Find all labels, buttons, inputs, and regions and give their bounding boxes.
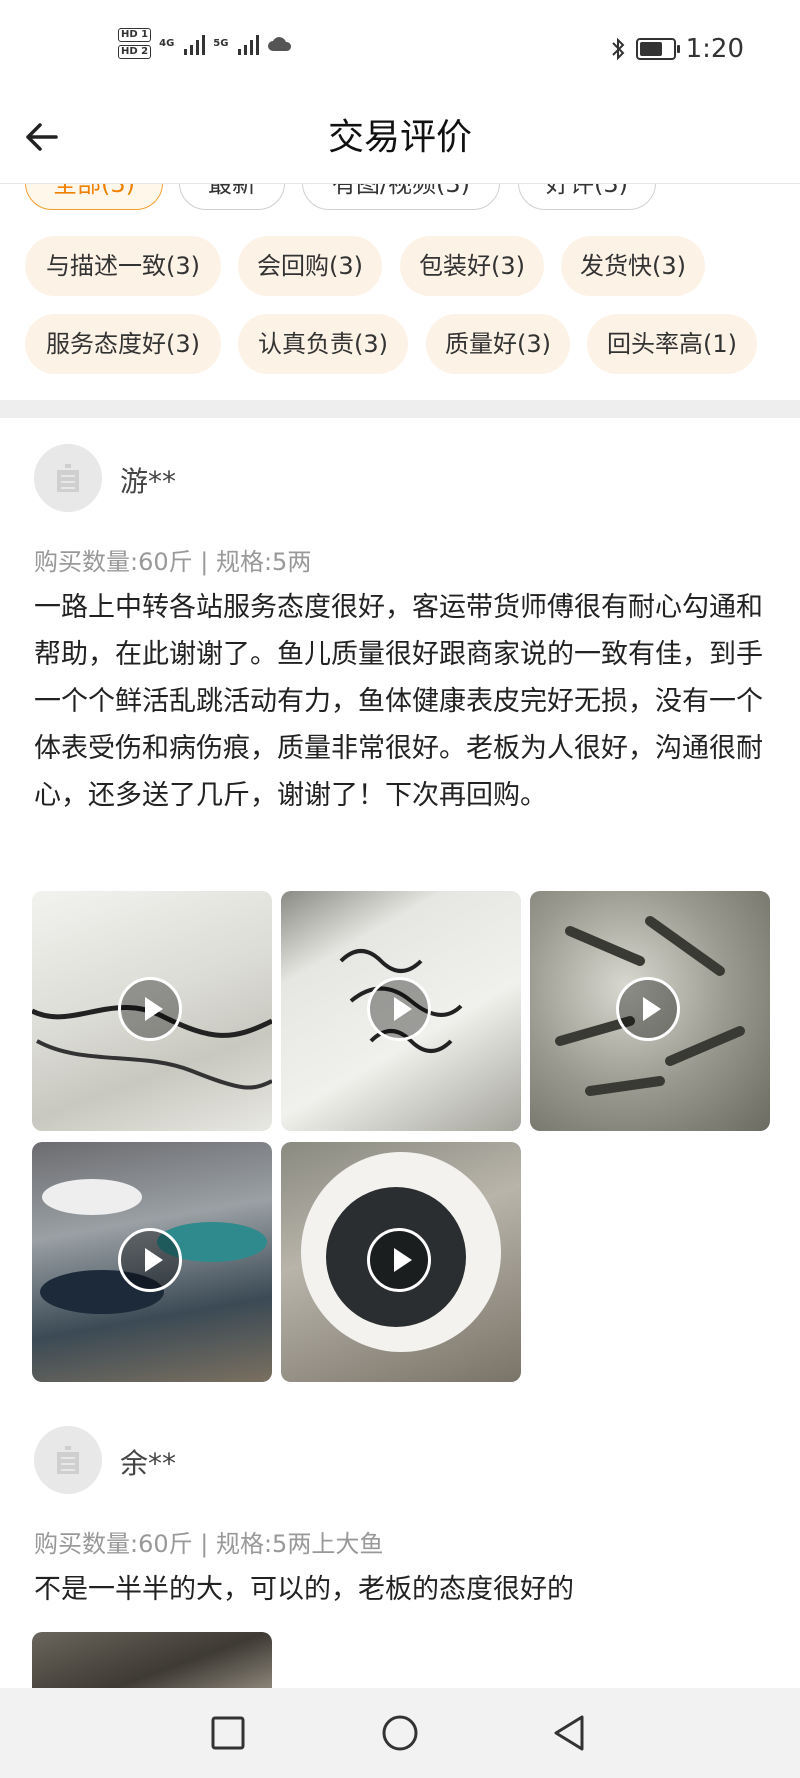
- status-right: 1:20: [610, 34, 744, 64]
- signal-icon-1: [184, 33, 206, 55]
- play-icon[interactable]: [616, 977, 680, 1041]
- system-nav-bar: [0, 1688, 800, 1778]
- tag-chip[interactable]: 包装好(3): [400, 236, 544, 296]
- play-icon[interactable]: [367, 1228, 431, 1292]
- tag-chip[interactable]: 质量好(3): [426, 314, 570, 374]
- review-video-thumbnail[interactable]: [32, 1142, 272, 1382]
- hd1-badge: HD 1: [118, 28, 152, 42]
- tab-latest[interactable]: 最新: [179, 184, 285, 210]
- circle-icon[interactable]: [381, 1714, 419, 1752]
- play-icon[interactable]: [367, 977, 431, 1041]
- tag-chip[interactable]: 与描述一致(3): [25, 236, 221, 296]
- default-avatar-icon: [57, 1446, 79, 1474]
- bluetooth-icon: [611, 37, 625, 61]
- tag-chip[interactable]: 会回购(3): [238, 236, 382, 296]
- avatar[interactable]: [34, 444, 102, 512]
- reviewer-name: 游**: [120, 465, 177, 498]
- purchase-meta: 购买数量:60斤 | 规格:5两上大鱼: [34, 1530, 384, 1558]
- tab-positive[interactable]: 好评(3): [518, 184, 656, 210]
- status-left: HD 1 HD 2 4G 5G: [118, 28, 293, 59]
- hd-indicators: HD 1 HD 2: [118, 28, 152, 59]
- triangle-back-icon[interactable]: [552, 1714, 586, 1752]
- cloud-icon: [268, 36, 292, 51]
- review-image-thumbnail[interactable]: [32, 1632, 272, 1688]
- top-header: 交易评价: [0, 100, 800, 184]
- square-icon[interactable]: [211, 1716, 245, 1750]
- reviewer-name: 余**: [120, 1447, 177, 1480]
- status-bar: HD 1 HD 2 4G 5G 1:20: [0, 0, 800, 100]
- review-text: 不是一半半的大，可以的，老板的态度很好的: [34, 1574, 574, 1605]
- review-video-thumbnail[interactable]: [281, 891, 521, 1131]
- tag-chip[interactable]: 认真负责(3): [238, 314, 408, 374]
- tab-media[interactable]: 有图/视频(3): [302, 184, 500, 210]
- review-video-thumbnail[interactable]: [281, 1142, 521, 1382]
- network-5g-label: 5G: [213, 37, 229, 49]
- status-time: 1:20: [685, 34, 744, 64]
- filter-tabs: 全部(3) 最新 有图/视频(3) 好评(3): [0, 184, 800, 212]
- network-4g-label: 4G: [159, 37, 175, 49]
- review-video-thumbnail[interactable]: [530, 891, 770, 1131]
- review-video-thumbnail[interactable]: [32, 891, 272, 1131]
- avatar[interactable]: [34, 1426, 102, 1494]
- play-icon[interactable]: [118, 977, 182, 1041]
- purchase-meta: 购买数量:60斤 | 规格:5两: [34, 548, 312, 576]
- battery-icon: [635, 38, 680, 60]
- signal-icon-2: [238, 33, 260, 55]
- section-divider: [0, 400, 800, 418]
- page-title: 交易评价: [327, 117, 472, 158]
- hd2-badge: HD 2: [118, 45, 152, 59]
- tag-chip[interactable]: 服务态度好(3): [25, 314, 221, 374]
- review-text: 一路上中转各站服务态度很好，客运带货师傅很有耐心勾通和帮助，在此谢谢了。鱼儿质量…: [34, 592, 763, 811]
- tab-all[interactable]: 全部(3): [25, 184, 163, 210]
- tag-chip[interactable]: 回头率高(1): [587, 314, 757, 374]
- play-icon[interactable]: [118, 1228, 182, 1292]
- tag-chip[interactable]: 发货快(3): [561, 236, 705, 296]
- default-avatar-icon: [57, 464, 79, 492]
